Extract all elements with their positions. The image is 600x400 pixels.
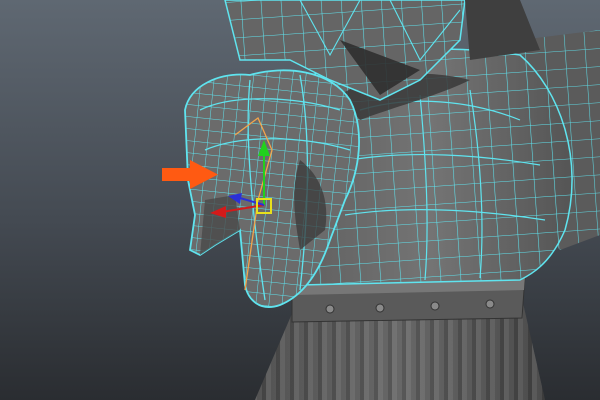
viewport-scene[interactable]: [0, 0, 600, 400]
3d-viewport[interactable]: [0, 0, 600, 400]
